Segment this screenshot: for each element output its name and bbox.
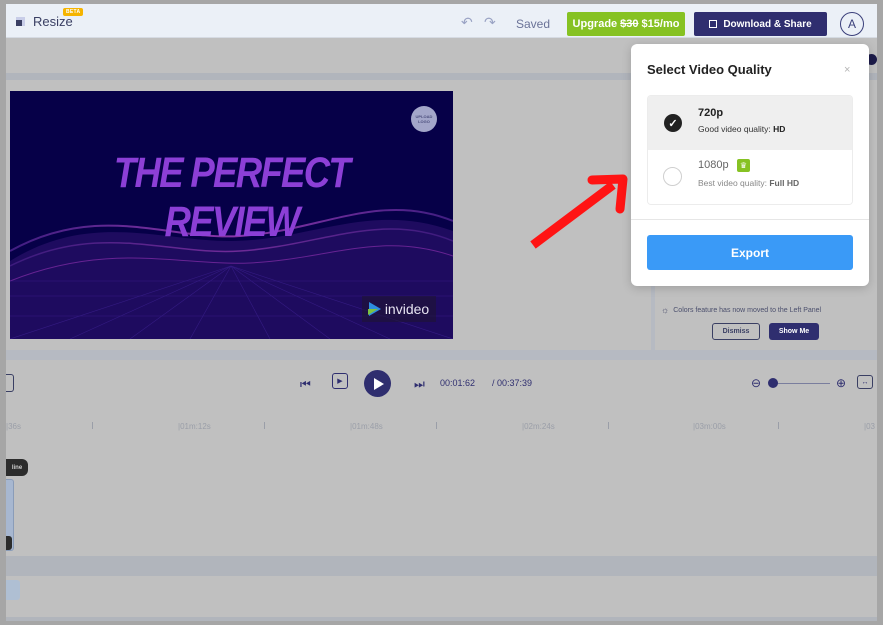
divider	[631, 219, 869, 220]
top-bar: Resize BETA ↶ ↷ Saved Upgrade $30 $15/mo…	[6, 4, 877, 38]
skip-forward-icon[interactable]: ⏭	[414, 377, 425, 392]
collapse-left-button[interactable]	[6, 374, 14, 392]
ruler-tick: |01m:12s	[178, 422, 211, 431]
crown-icon: ♛	[737, 159, 750, 172]
fit-timeline-icon[interactable]: ↔	[857, 375, 873, 389]
video-quality-modal: Select Video Quality × ✓ 720p Good video…	[631, 44, 869, 286]
resize-button[interactable]: Resize	[16, 14, 73, 29]
invideo-logo-icon	[367, 302, 381, 316]
avatar[interactable]: A	[840, 12, 864, 36]
video-preview[interactable]: THE PERFECT REVIEW UPLOAD LOGO invideo	[10, 91, 453, 339]
video-title: THE PERFECT REVIEW	[113, 149, 351, 246]
option-name: 720p	[698, 107, 724, 119]
track-label: line	[6, 459, 28, 476]
track-divider	[6, 617, 877, 621]
ruler-tick: |02m:24s	[522, 422, 555, 431]
watermark-text: invideo	[384, 301, 430, 317]
quality-option-720p[interactable]: ✓ 720p Good video quality: HD	[648, 96, 852, 150]
external-link-icon	[709, 20, 718, 28]
current-time: 00:01:62	[440, 378, 476, 388]
desc-prefix: Best video quality:	[698, 178, 767, 188]
audio-clip[interactable]	[6, 580, 20, 600]
export-button[interactable]: Export	[647, 235, 853, 270]
upgrade-new-price: $15/mo	[641, 18, 680, 30]
ruler-minor-tick	[436, 422, 437, 429]
divider	[6, 350, 877, 360]
ruler-minor-tick	[778, 422, 779, 429]
option-name: 1080p	[698, 159, 729, 171]
desc-prefix: Good video quality:	[698, 124, 771, 134]
zoom-in-icon[interactable]: ⊕	[836, 376, 846, 390]
loop-preview-icon[interactable]: ▶	[332, 373, 348, 389]
option-description: Best video quality: Full HD	[698, 178, 799, 188]
check-icon[interactable]: ✓	[664, 114, 682, 132]
dismiss-button[interactable]: Dismiss	[712, 323, 760, 340]
resize-label: Resize	[33, 14, 73, 29]
redo-icon[interactable]: ↷	[484, 14, 496, 31]
resize-icon	[16, 17, 25, 26]
saved-status: Saved	[516, 17, 551, 31]
upgrade-button[interactable]: Upgrade $30 $15/mo	[567, 12, 685, 36]
upgrade-old-price: $30	[620, 18, 639, 30]
quality-options: ✓ 720p Good video quality: HD 1080p ♛ Be…	[647, 95, 853, 205]
download-share-button[interactable]: Download & Share	[694, 12, 827, 36]
ruler-tick: |03m:00s	[693, 422, 726, 431]
clip-handle[interactable]	[6, 536, 12, 550]
timeline-zoom-slider[interactable]	[770, 383, 830, 384]
ruler-tick: |03	[864, 422, 875, 431]
download-label: Download & Share	[723, 18, 812, 30]
zoom-out-icon[interactable]: ⊖	[751, 376, 761, 390]
radio-unchecked[interactable]	[663, 167, 682, 186]
ruler-minor-tick	[92, 422, 93, 429]
ruler-minor-tick	[264, 422, 265, 429]
track-divider	[6, 556, 877, 576]
show-me-button[interactable]: Show Me	[769, 323, 819, 340]
ruler-tick: |01m:48s	[350, 422, 383, 431]
beta-badge: BETA	[63, 8, 84, 16]
undo-icon[interactable]: ↶	[461, 14, 473, 31]
modal-title: Select Video Quality	[647, 62, 772, 77]
close-icon[interactable]: ×	[844, 64, 850, 76]
upload-logo-button[interactable]: UPLOAD LOGO	[411, 106, 437, 132]
desc-bold: Full HD	[769, 178, 800, 188]
tip-message: ☼ Colors feature has now moved to the Le…	[661, 305, 821, 315]
app-window: Resize BETA ↶ ↷ Saved Upgrade $30 $15/mo…	[6, 4, 877, 621]
quality-option-1080p[interactable]: 1080p ♛ Best video quality: Full HD	[648, 151, 852, 204]
ruler-tick: |36s	[6, 422, 21, 431]
option-description: Good video quality: HD	[698, 124, 785, 134]
skip-back-icon[interactable]: ⏮	[300, 377, 311, 392]
play-icon	[374, 377, 384, 390]
total-duration: / 00:37:39	[492, 378, 533, 388]
ruler-minor-tick	[608, 422, 609, 429]
play-button[interactable]	[364, 370, 391, 397]
tip-text: Colors feature has now moved to the Left…	[673, 306, 822, 314]
timeline-ruler	[6, 406, 877, 446]
invideo-watermark: invideo	[362, 296, 436, 322]
lightbulb-icon: ☼	[661, 305, 670, 315]
desc-bold: HD	[773, 124, 786, 134]
zoom-slider-thumb[interactable]	[768, 378, 778, 388]
upgrade-label: Upgrade	[572, 18, 618, 30]
timeline-tracks	[6, 456, 877, 556]
